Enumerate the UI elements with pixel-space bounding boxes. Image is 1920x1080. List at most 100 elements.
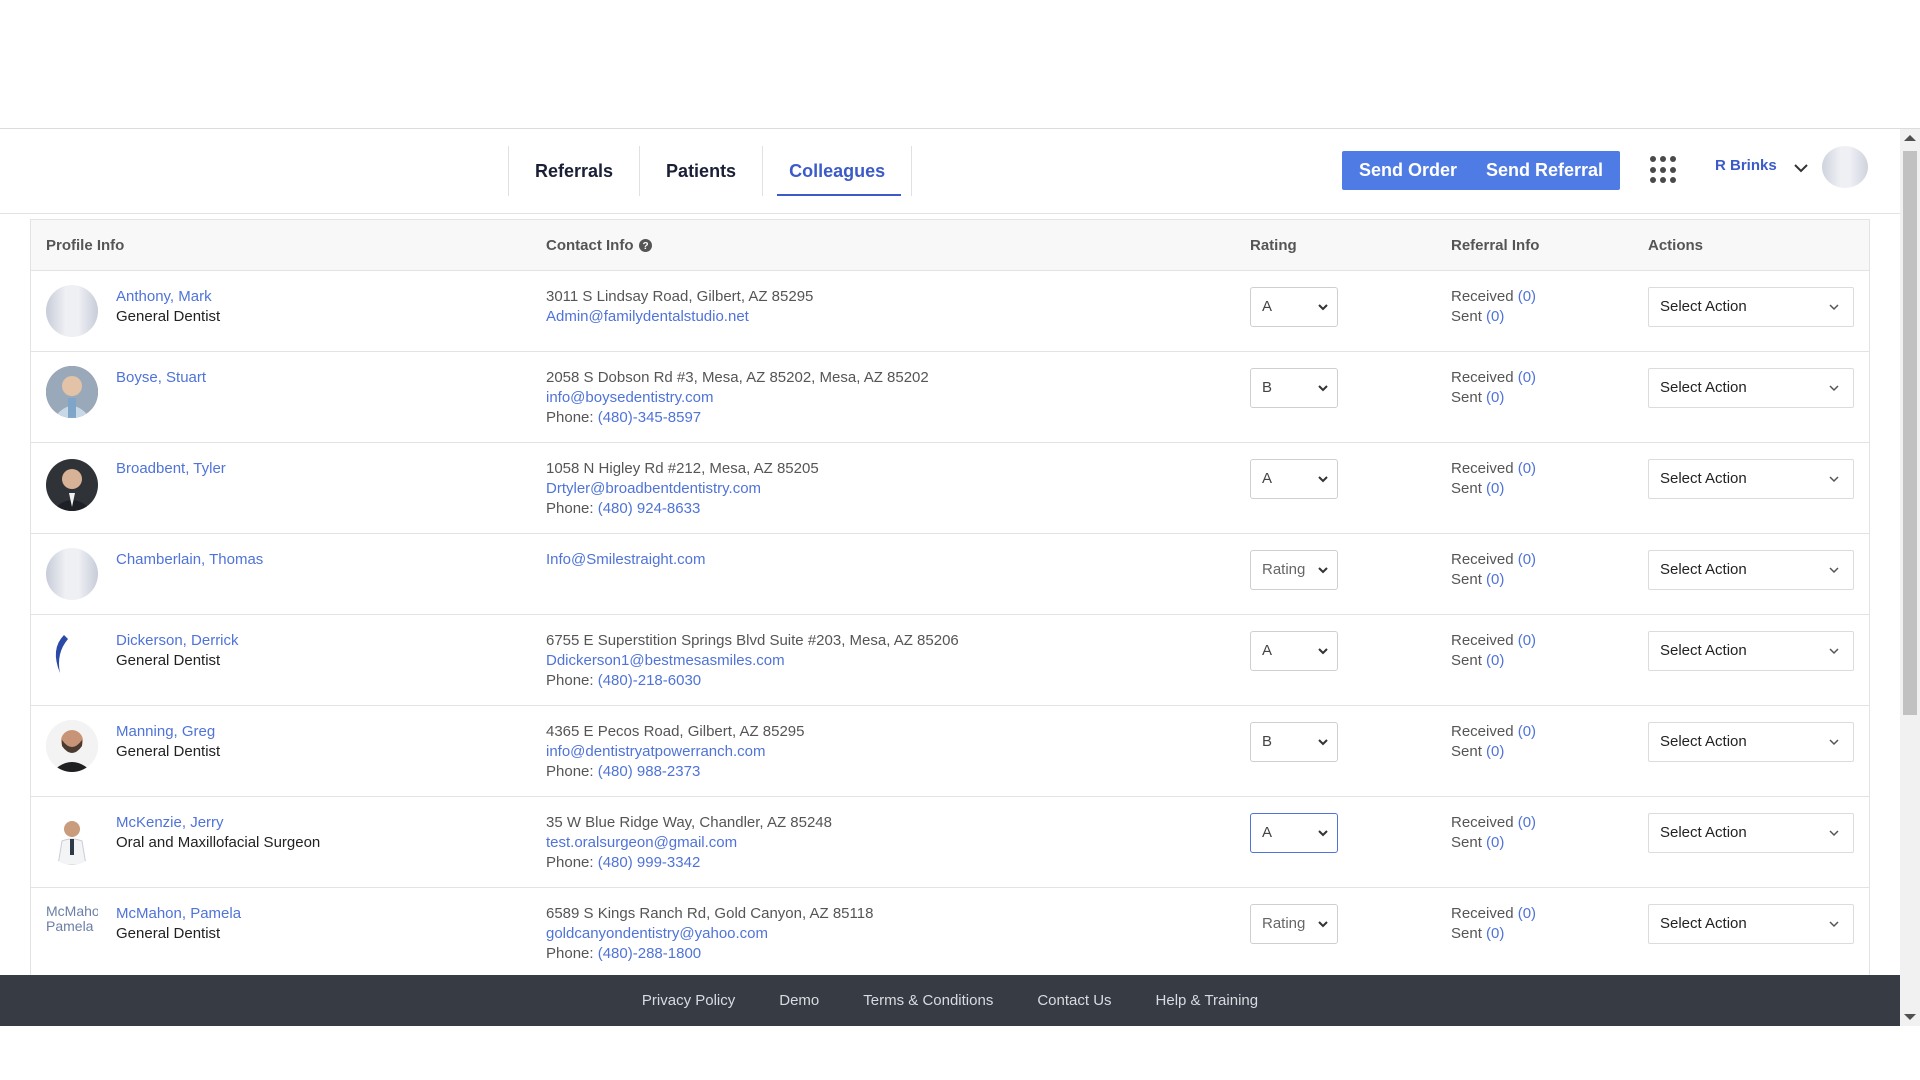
colleague-name[interactable]: Chamberlain, Thomas — [116, 551, 263, 568]
scroll-up-arrow-icon[interactable] — [1904, 135, 1916, 141]
footer-link-demo[interactable]: Demo — [779, 992, 819, 1009]
select-action-label: Select Action — [1660, 379, 1747, 396]
received-label: Received — [1451, 551, 1514, 568]
chevron-down-icon — [1829, 739, 1839, 746]
select-action-dropdown[interactable]: Select Action — [1648, 904, 1854, 944]
contact-email[interactable]: Drtyler@broadbentdentistry.com — [546, 479, 819, 499]
page-scrollbar[interactable] — [1900, 129, 1920, 1026]
header-contact-info: Contact Info ? — [546, 237, 652, 254]
contact-phone[interactable]: (480)-345-8597 — [598, 409, 701, 426]
user-avatar[interactable] — [1822, 146, 1868, 188]
sent-label: Sent — [1451, 743, 1482, 760]
received-count[interactable]: (0) — [1518, 632, 1536, 649]
colleague-name[interactable]: McMahon, Pamela — [116, 905, 241, 922]
referral-info: Received (0) Sent (0) — [1451, 287, 1536, 327]
table-row: McKenzie, Jerry Oral and Maxillofacial S… — [31, 797, 1869, 888]
sent-count[interactable]: (0) — [1486, 925, 1504, 942]
scroll-down-arrow-icon[interactable] — [1904, 1014, 1916, 1020]
contact-phone[interactable]: (480)-288-1800 — [598, 945, 701, 962]
select-action-dropdown[interactable]: Select Action — [1648, 368, 1854, 408]
received-count[interactable]: (0) — [1518, 905, 1536, 922]
select-action-dropdown[interactable]: Select Action — [1648, 459, 1854, 499]
tab-colleagues[interactable]: Colleagues — [763, 146, 913, 196]
contact-phone[interactable]: (480) 988-2373 — [598, 763, 701, 780]
contact-phone[interactable]: (480) 924-8633 — [598, 500, 701, 517]
received-count[interactable]: (0) — [1518, 723, 1536, 740]
colleague-name[interactable]: Anthony, Mark — [116, 288, 212, 305]
select-action-dropdown[interactable]: Select Action — [1648, 287, 1854, 327]
practice-logo-icon — [55, 635, 68, 673]
footer-link-help-training[interactable]: Help & Training — [1156, 992, 1259, 1009]
top-header — [0, 0, 1920, 129]
send-order-button[interactable]: Send Order — [1342, 151, 1475, 190]
colleague-name[interactable]: Manning, Greg — [116, 723, 215, 740]
received-label: Received — [1451, 288, 1514, 305]
rating-select[interactable]: Rating — [1250, 904, 1338, 944]
chevron-down-icon — [1318, 830, 1328, 837]
contact-email[interactable]: test.oralsurgeon@gmail.com — [546, 833, 832, 853]
contact-email[interactable]: Admin@familydentalstudio.net — [546, 307, 813, 327]
chevron-down-icon — [1318, 648, 1328, 655]
contact-email[interactable]: info@boysedentistry.com — [546, 388, 929, 408]
rating-select[interactable]: A — [1250, 631, 1338, 671]
apps-grid-icon[interactable] — [1650, 156, 1678, 184]
contact-phone[interactable]: (480) 999-3342 — [598, 854, 701, 871]
colleague-name[interactable]: Dickerson, Derrick — [116, 632, 239, 649]
rating-select[interactable]: B — [1250, 722, 1338, 762]
received-count[interactable]: (0) — [1518, 369, 1536, 386]
received-count[interactable]: (0) — [1518, 460, 1536, 477]
chevron-down-icon — [1318, 567, 1328, 574]
rating-value: B — [1262, 379, 1273, 396]
rating-value: Rating — [1262, 561, 1306, 578]
rating-value: B — [1262, 733, 1273, 750]
contact-email[interactable]: Ddickerson1@bestmesasmiles.com — [546, 651, 959, 671]
tab-patients[interactable]: Patients — [640, 146, 764, 196]
footer-link-contact-us[interactable]: Contact Us — [1037, 992, 1111, 1009]
avatar — [46, 285, 98, 337]
table-row: Broadbent, Tyler 1058 N Higley Rd #212, … — [31, 443, 1869, 534]
colleague-name[interactable]: Boyse, Stuart — [116, 369, 206, 386]
rating-select[interactable]: A — [1250, 287, 1338, 327]
send-referral-button[interactable]: Send Referral — [1469, 151, 1621, 190]
sent-count[interactable]: (0) — [1486, 743, 1504, 760]
contact-address: 1058 N Higley Rd #212, Mesa, AZ 85205 — [546, 460, 819, 477]
sent-count[interactable]: (0) — [1486, 652, 1504, 669]
select-action-label: Select Action — [1660, 915, 1747, 932]
chevron-down-icon[interactable] — [1792, 159, 1810, 177]
received-count[interactable]: (0) — [1518, 551, 1536, 568]
select-action-dropdown[interactable]: Select Action — [1648, 813, 1854, 853]
user-name[interactable]: R Brinks — [1715, 157, 1777, 174]
contact-email[interactable]: Info@Smilestraight.com — [546, 550, 705, 570]
help-circle-icon[interactable]: ? — [638, 239, 652, 252]
sent-count[interactable]: (0) — [1486, 308, 1504, 325]
chevron-down-icon — [1318, 476, 1328, 483]
svg-text:?: ? — [642, 241, 648, 252]
table-row: Manning, Greg General Dentist 4365 E Pec… — [31, 706, 1869, 797]
sent-count[interactable]: (0) — [1486, 389, 1504, 406]
chevron-down-icon — [1829, 830, 1839, 837]
rating-select[interactable]: A — [1250, 813, 1338, 853]
rating-select[interactable]: B — [1250, 368, 1338, 408]
chevron-down-icon — [1318, 921, 1328, 928]
sent-count[interactable]: (0) — [1486, 571, 1504, 588]
colleague-name[interactable]: Broadbent, Tyler — [116, 460, 226, 477]
contact-email[interactable]: info@dentistryatpowerranch.com — [546, 742, 805, 762]
footer-link-privacy-policy[interactable]: Privacy Policy — [642, 992, 735, 1009]
contact-email[interactable]: goldcanyondentistry@yahoo.com — [546, 924, 873, 944]
sent-count[interactable]: (0) — [1486, 480, 1504, 497]
tab-referrals[interactable]: Referrals — [509, 146, 641, 196]
colleague-name[interactable]: McKenzie, Jerry — [116, 814, 224, 831]
select-action-dropdown[interactable]: Select Action — [1648, 550, 1854, 590]
select-action-dropdown[interactable]: Select Action — [1648, 631, 1854, 671]
received-count[interactable]: (0) — [1518, 288, 1536, 305]
rating-select[interactable]: Rating — [1250, 550, 1338, 590]
footer-link-terms[interactable]: Terms & Conditions — [863, 992, 993, 1009]
scrollbar-thumb[interactable] — [1903, 151, 1917, 715]
select-action-dropdown[interactable]: Select Action — [1648, 722, 1854, 762]
rating-select[interactable]: A — [1250, 459, 1338, 499]
contact-phone[interactable]: (480)-218-6030 — [598, 672, 701, 689]
received-count[interactable]: (0) — [1518, 814, 1536, 831]
sent-label: Sent — [1451, 389, 1482, 406]
sent-count[interactable]: (0) — [1486, 834, 1504, 851]
table-row: Anthony, Mark General Dentist 3011 S Lin… — [31, 271, 1869, 352]
